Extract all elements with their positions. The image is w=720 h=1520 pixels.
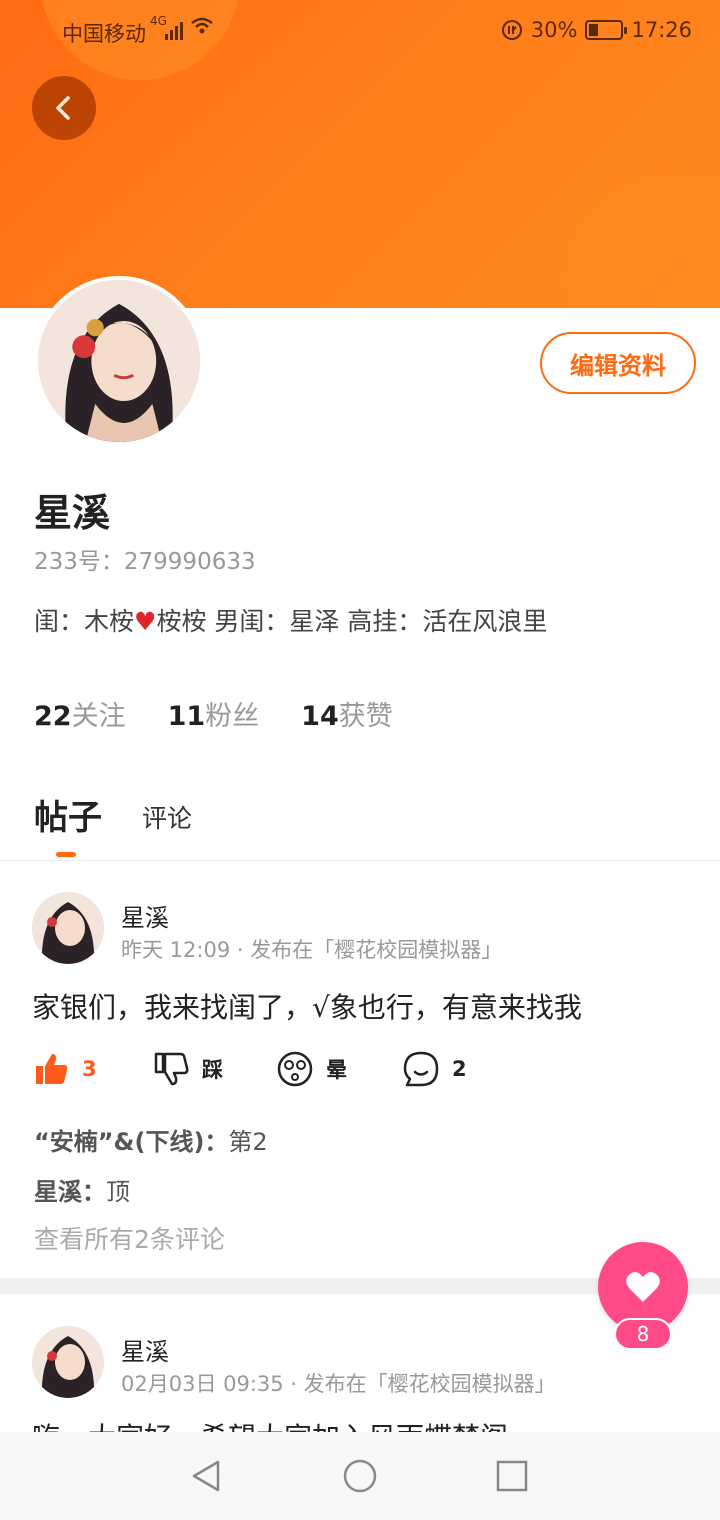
heart-icon bbox=[626, 1272, 660, 1302]
stat-number: 14 bbox=[301, 701, 339, 732]
like-button[interactable]: 3 bbox=[32, 1050, 97, 1088]
divider bbox=[0, 860, 720, 861]
status-bar: 中国移动 4G 30% 17:26 bbox=[0, 0, 720, 62]
post-author[interactable]: 星溪 bbox=[121, 898, 169, 933]
post-actions: 3 踩 晕 2 bbox=[32, 1050, 712, 1094]
nav-home-button[interactable] bbox=[338, 1454, 382, 1498]
comment-user: 星溪： bbox=[34, 1178, 106, 1206]
profile-stats: 22关注 11粉丝 14获赞 bbox=[34, 694, 393, 733]
data-saver-icon bbox=[501, 20, 522, 40]
comment-button[interactable]: 2 bbox=[402, 1050, 467, 1088]
stat-label: 粉丝 bbox=[205, 701, 260, 732]
comment-text: 顶 bbox=[106, 1178, 130, 1206]
stat-followers[interactable]: 11粉丝 bbox=[168, 694, 260, 733]
avatar[interactable] bbox=[32, 892, 104, 964]
post-meta: 昨天 12:09 · 发布在「樱花校园模拟器」 bbox=[121, 938, 503, 962]
back-button[interactable] bbox=[32, 76, 96, 140]
like-fab-count: 8 bbox=[614, 1318, 672, 1350]
dislike-label: 踩 bbox=[202, 1058, 223, 1082]
battery-fill bbox=[589, 24, 599, 36]
post-meta: 02月03日 09:35 · 发布在「樱花校园模拟器」 bbox=[121, 1372, 556, 1396]
like-count: 3 bbox=[82, 1057, 97, 1081]
tab-comments[interactable]: 评论 bbox=[142, 799, 192, 839]
tab-indicator bbox=[56, 852, 76, 857]
comment-preview[interactable]: 星溪：顶 bbox=[34, 1172, 130, 1207]
heart-icon: ♥ bbox=[134, 607, 157, 636]
post-content[interactable]: 家银们，我来找闺了，√象也行，有意来找我 bbox=[32, 986, 582, 1026]
thumbs-down-icon bbox=[154, 1052, 189, 1086]
dizzy-label: 晕 bbox=[326, 1058, 347, 1082]
signal-icon bbox=[165, 20, 183, 40]
system-nav-bar bbox=[0, 1432, 720, 1520]
battery-icon bbox=[585, 20, 628, 40]
triangle-back-icon bbox=[192, 1460, 220, 1492]
edit-profile-button[interactable]: 编辑资料 bbox=[540, 332, 696, 394]
nav-back-button[interactable] bbox=[184, 1454, 228, 1498]
avatar[interactable] bbox=[34, 276, 204, 446]
profile-bio: 闺：木桉♥桉桉 男闺：星泽 高挂：活在风浪里 bbox=[34, 602, 547, 638]
wifi-icon bbox=[190, 16, 214, 41]
comment-icon bbox=[403, 1051, 439, 1087]
header-decor-circle bbox=[560, 170, 720, 308]
chevron-left-icon bbox=[56, 96, 70, 120]
dislike-button[interactable]: 踩 bbox=[152, 1050, 223, 1088]
profile-name: 星溪 bbox=[34, 491, 111, 535]
tab-label: 帖子 bbox=[34, 798, 102, 838]
stat-label: 关注 bbox=[71, 701, 126, 732]
carrier-label: 中国移动 bbox=[62, 22, 146, 46]
circle-home-icon bbox=[343, 1459, 377, 1493]
stat-number: 22 bbox=[34, 701, 72, 732]
stat-likes[interactable]: 14获赞 bbox=[301, 694, 393, 733]
comment-count: 2 bbox=[452, 1057, 467, 1081]
profile-id: 233号：279990633 bbox=[34, 549, 256, 575]
comment-text: 第2 bbox=[228, 1128, 268, 1156]
avatar[interactable] bbox=[32, 1326, 104, 1398]
battery-percent: 30% bbox=[530, 18, 578, 42]
nav-recents-button[interactable] bbox=[490, 1454, 534, 1498]
comment-preview[interactable]: “安楠”&(下线)：第2 bbox=[34, 1122, 268, 1157]
thumbs-up-icon bbox=[36, 1054, 68, 1084]
dizzy-face-icon bbox=[277, 1051, 313, 1087]
tab-posts[interactable]: 帖子 bbox=[34, 790, 102, 857]
post-author[interactable]: 星溪 bbox=[121, 1332, 169, 1367]
dizzy-button[interactable]: 晕 bbox=[276, 1050, 347, 1088]
comment-user: “安楠”&(下线)： bbox=[34, 1128, 229, 1156]
stat-number: 11 bbox=[167, 701, 206, 732]
bio-text: 闺：木桉 bbox=[34, 607, 135, 636]
stat-label: 获赞 bbox=[338, 701, 393, 732]
clock: 17:26 bbox=[631, 18, 692, 42]
square-recents-icon bbox=[496, 1460, 528, 1492]
avatar-illustration bbox=[38, 280, 200, 442]
stat-following[interactable]: 22关注 bbox=[34, 694, 126, 733]
tab-bar: 帖子 评论 bbox=[34, 790, 192, 857]
bio-text: 桉桉 男闺：星泽 高挂：活在风浪里 bbox=[156, 607, 548, 636]
see-all-comments-link[interactable]: 查看所有2条评论 bbox=[34, 1220, 225, 1256]
